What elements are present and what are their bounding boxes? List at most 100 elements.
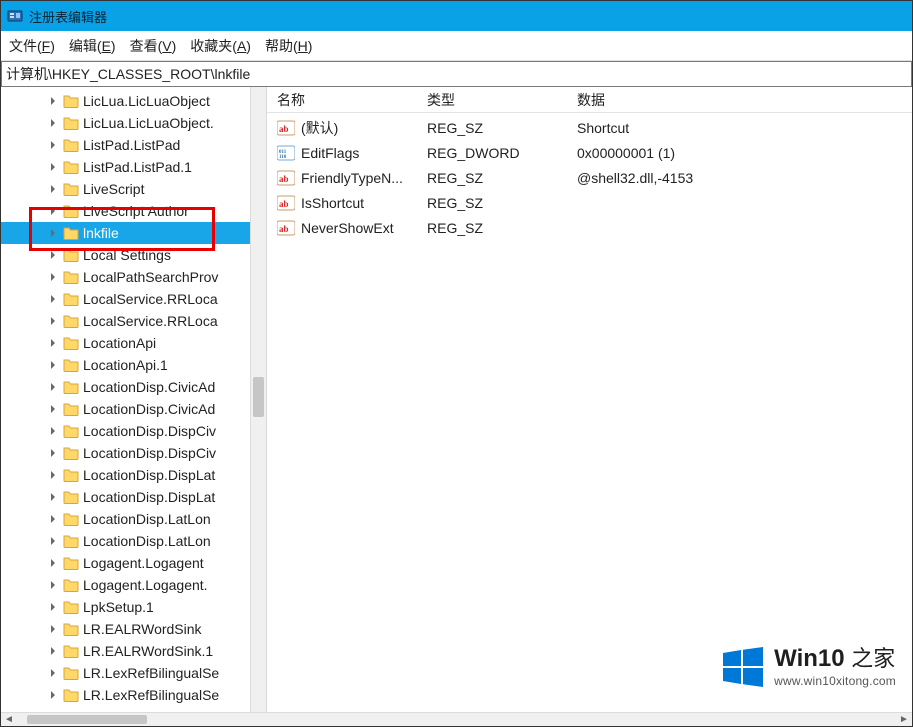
folder-icon xyxy=(63,643,79,659)
scrollbar-track[interactable] xyxy=(17,713,896,726)
folder-icon xyxy=(63,445,79,461)
folder-icon xyxy=(63,599,79,615)
tree-item[interactable]: LR.EALRWordSink xyxy=(1,618,250,640)
expand-icon[interactable] xyxy=(47,315,59,327)
tree-item[interactable]: LR.LexRefBilingualSe xyxy=(1,662,250,684)
tree-item[interactable]: LR.EALRWordSink.1 xyxy=(1,640,250,662)
reg-string-icon xyxy=(277,195,295,211)
expand-icon[interactable] xyxy=(47,205,59,217)
tree-item[interactable]: LR.LexRefBilingualSe xyxy=(1,684,250,706)
tree-item[interactable]: LocalService.RRLoca xyxy=(1,288,250,310)
expand-icon[interactable] xyxy=(47,513,59,525)
menu-favorites[interactable]: 收藏夹(A) xyxy=(190,36,251,56)
tree-item[interactable]: LocationDisp.DispLat xyxy=(1,486,250,508)
menu-edit[interactable]: 编辑(E) xyxy=(69,36,116,56)
tree-item[interactable]: LocationDisp.CivicAd xyxy=(1,398,250,420)
tree-item[interactable]: LpkSetup.1 xyxy=(1,596,250,618)
window-title: 注册表编辑器 xyxy=(29,7,107,26)
tree-item[interactable]: LocalService.RRLoca xyxy=(1,310,250,332)
tree-item[interactable]: Local Settings xyxy=(1,244,250,266)
expand-icon[interactable] xyxy=(47,425,59,437)
tree-vertical-scrollbar[interactable] xyxy=(250,87,266,712)
expand-icon[interactable] xyxy=(47,337,59,349)
tree-item[interactable]: LiveScript xyxy=(1,178,250,200)
tree-item[interactable]: LocationDisp.DispCiv xyxy=(1,420,250,442)
expand-icon[interactable] xyxy=(47,689,59,701)
tree-item[interactable]: LicLua.LicLuaObject xyxy=(1,90,250,112)
tree-item-label: LocationDisp.DispCiv xyxy=(83,423,216,439)
scrollbar-thumb[interactable] xyxy=(27,715,147,724)
expand-icon[interactable] xyxy=(47,403,59,415)
tree-item-label: LocationApi.1 xyxy=(83,357,168,373)
expand-icon[interactable] xyxy=(47,117,59,129)
menu-view[interactable]: 查看(V) xyxy=(130,36,177,56)
column-data[interactable]: 数据 xyxy=(567,90,912,110)
expand-icon[interactable] xyxy=(47,645,59,657)
expand-icon[interactable] xyxy=(47,469,59,481)
watermark-brand: Win10 xyxy=(774,645,844,672)
expand-icon[interactable] xyxy=(47,601,59,613)
scrollbar-thumb[interactable] xyxy=(253,377,264,417)
tree-item[interactable]: LocationDisp.DispCiv xyxy=(1,442,250,464)
scroll-left-arrow-icon[interactable]: ◄ xyxy=(1,713,17,726)
tree-item-label: LocationDisp.CivicAd xyxy=(83,379,215,395)
menu-help[interactable]: 帮助(H) xyxy=(265,36,312,56)
expand-icon[interactable] xyxy=(47,535,59,547)
tree-item-label: LR.EALRWordSink.1 xyxy=(83,643,213,659)
value-name: NeverShowExt xyxy=(301,220,394,236)
tree-item[interactable]: LocationDisp.LatLon xyxy=(1,530,250,552)
address-bar[interactable]: 计算机\HKEY_CLASSES_ROOT\lnkfile xyxy=(1,61,912,87)
tree-item[interactable]: LocalPathSearchProv xyxy=(1,266,250,288)
expand-icon[interactable] xyxy=(47,491,59,503)
expand-icon[interactable] xyxy=(47,271,59,283)
tree-item[interactable]: lnkfile xyxy=(1,222,250,244)
tree-item-label: ListPad.ListPad.1 xyxy=(83,159,192,175)
tree-item[interactable]: LocationApi xyxy=(1,332,250,354)
scroll-right-arrow-icon[interactable]: ► xyxy=(896,713,912,726)
expand-icon[interactable] xyxy=(47,579,59,591)
expand-icon[interactable] xyxy=(47,249,59,261)
folder-icon xyxy=(63,115,79,131)
tree-item-label: lnkfile xyxy=(83,225,119,241)
menu-file[interactable]: 文件(F) xyxy=(9,36,55,56)
tree-item[interactable]: LocationDisp.DispLat xyxy=(1,464,250,486)
tree-item-label: LocationDisp.DispLat xyxy=(83,467,215,483)
value-type: REG_SZ xyxy=(417,220,567,236)
expand-icon[interactable] xyxy=(47,227,59,239)
tree-item[interactable]: Logagent.Logagent. xyxy=(1,574,250,596)
value-row[interactable]: NeverShowExt REG_SZ xyxy=(267,215,912,240)
tree-item[interactable]: LocationDisp.LatLon xyxy=(1,508,250,530)
expand-icon[interactable] xyxy=(47,95,59,107)
value-row[interactable]: FriendlyTypeN...REG_SZ@shell32.dll,-4153 xyxy=(267,165,912,190)
expand-icon[interactable] xyxy=(47,623,59,635)
tree-item[interactable]: LocationApi.1 xyxy=(1,354,250,376)
expand-icon[interactable] xyxy=(47,183,59,195)
value-name: EditFlags xyxy=(301,145,359,161)
horizontal-scrollbar[interactable]: ◄ ► xyxy=(1,712,912,726)
tree-item-label: Logagent.Logagent xyxy=(83,555,204,571)
tree-item[interactable]: Logagent.Logagent xyxy=(1,552,250,574)
tree-item[interactable]: LocationDisp.CivicAd xyxy=(1,376,250,398)
expand-icon[interactable] xyxy=(47,667,59,679)
expand-icon[interactable] xyxy=(47,139,59,151)
expand-icon[interactable] xyxy=(47,557,59,569)
expand-icon[interactable] xyxy=(47,359,59,371)
folder-icon xyxy=(63,489,79,505)
column-name[interactable]: 名称 xyxy=(267,90,417,110)
tree-scroll[interactable]: LicLua.LicLuaObjectLicLua.LicLuaObject.L… xyxy=(1,87,250,712)
expand-icon[interactable] xyxy=(47,161,59,173)
expand-icon[interactable] xyxy=(47,447,59,459)
tree-item[interactable]: ListPad.ListPad.1 xyxy=(1,156,250,178)
tree-item[interactable]: ListPad.ListPad xyxy=(1,134,250,156)
value-row[interactable]: (默认)REG_SZShortcut xyxy=(267,115,912,140)
value-row[interactable]: IsShortcutREG_SZ xyxy=(267,190,912,215)
value-row[interactable]: EditFlagsREG_DWORD0x00000001 (1) xyxy=(267,140,912,165)
expand-icon[interactable] xyxy=(47,381,59,393)
column-type[interactable]: 类型 xyxy=(417,90,567,110)
reg-string-icon xyxy=(277,170,295,186)
expand-icon[interactable] xyxy=(47,293,59,305)
reg-string-icon xyxy=(277,120,295,136)
value-name: FriendlyTypeN... xyxy=(301,170,403,186)
tree-item[interactable]: LicLua.LicLuaObject. xyxy=(1,112,250,134)
tree-item[interactable]: LiveScript Author xyxy=(1,200,250,222)
